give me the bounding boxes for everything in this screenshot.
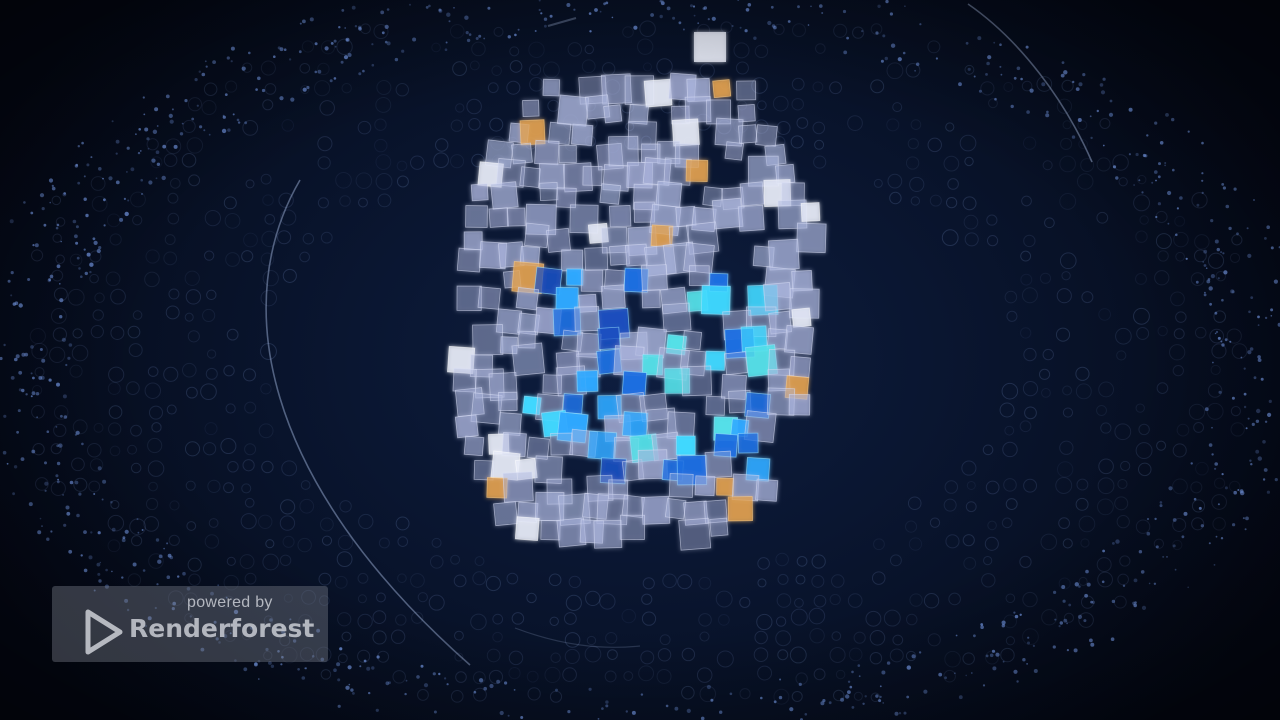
watermark-brand: Renderforest [129, 614, 315, 643]
watermark-powered-by: powered by [187, 594, 273, 611]
play-triangle-icon [85, 609, 123, 655]
renderforest-watermark: powered by Renderforest [52, 586, 328, 662]
animation-frame: powered by Renderforest [0, 0, 1280, 720]
